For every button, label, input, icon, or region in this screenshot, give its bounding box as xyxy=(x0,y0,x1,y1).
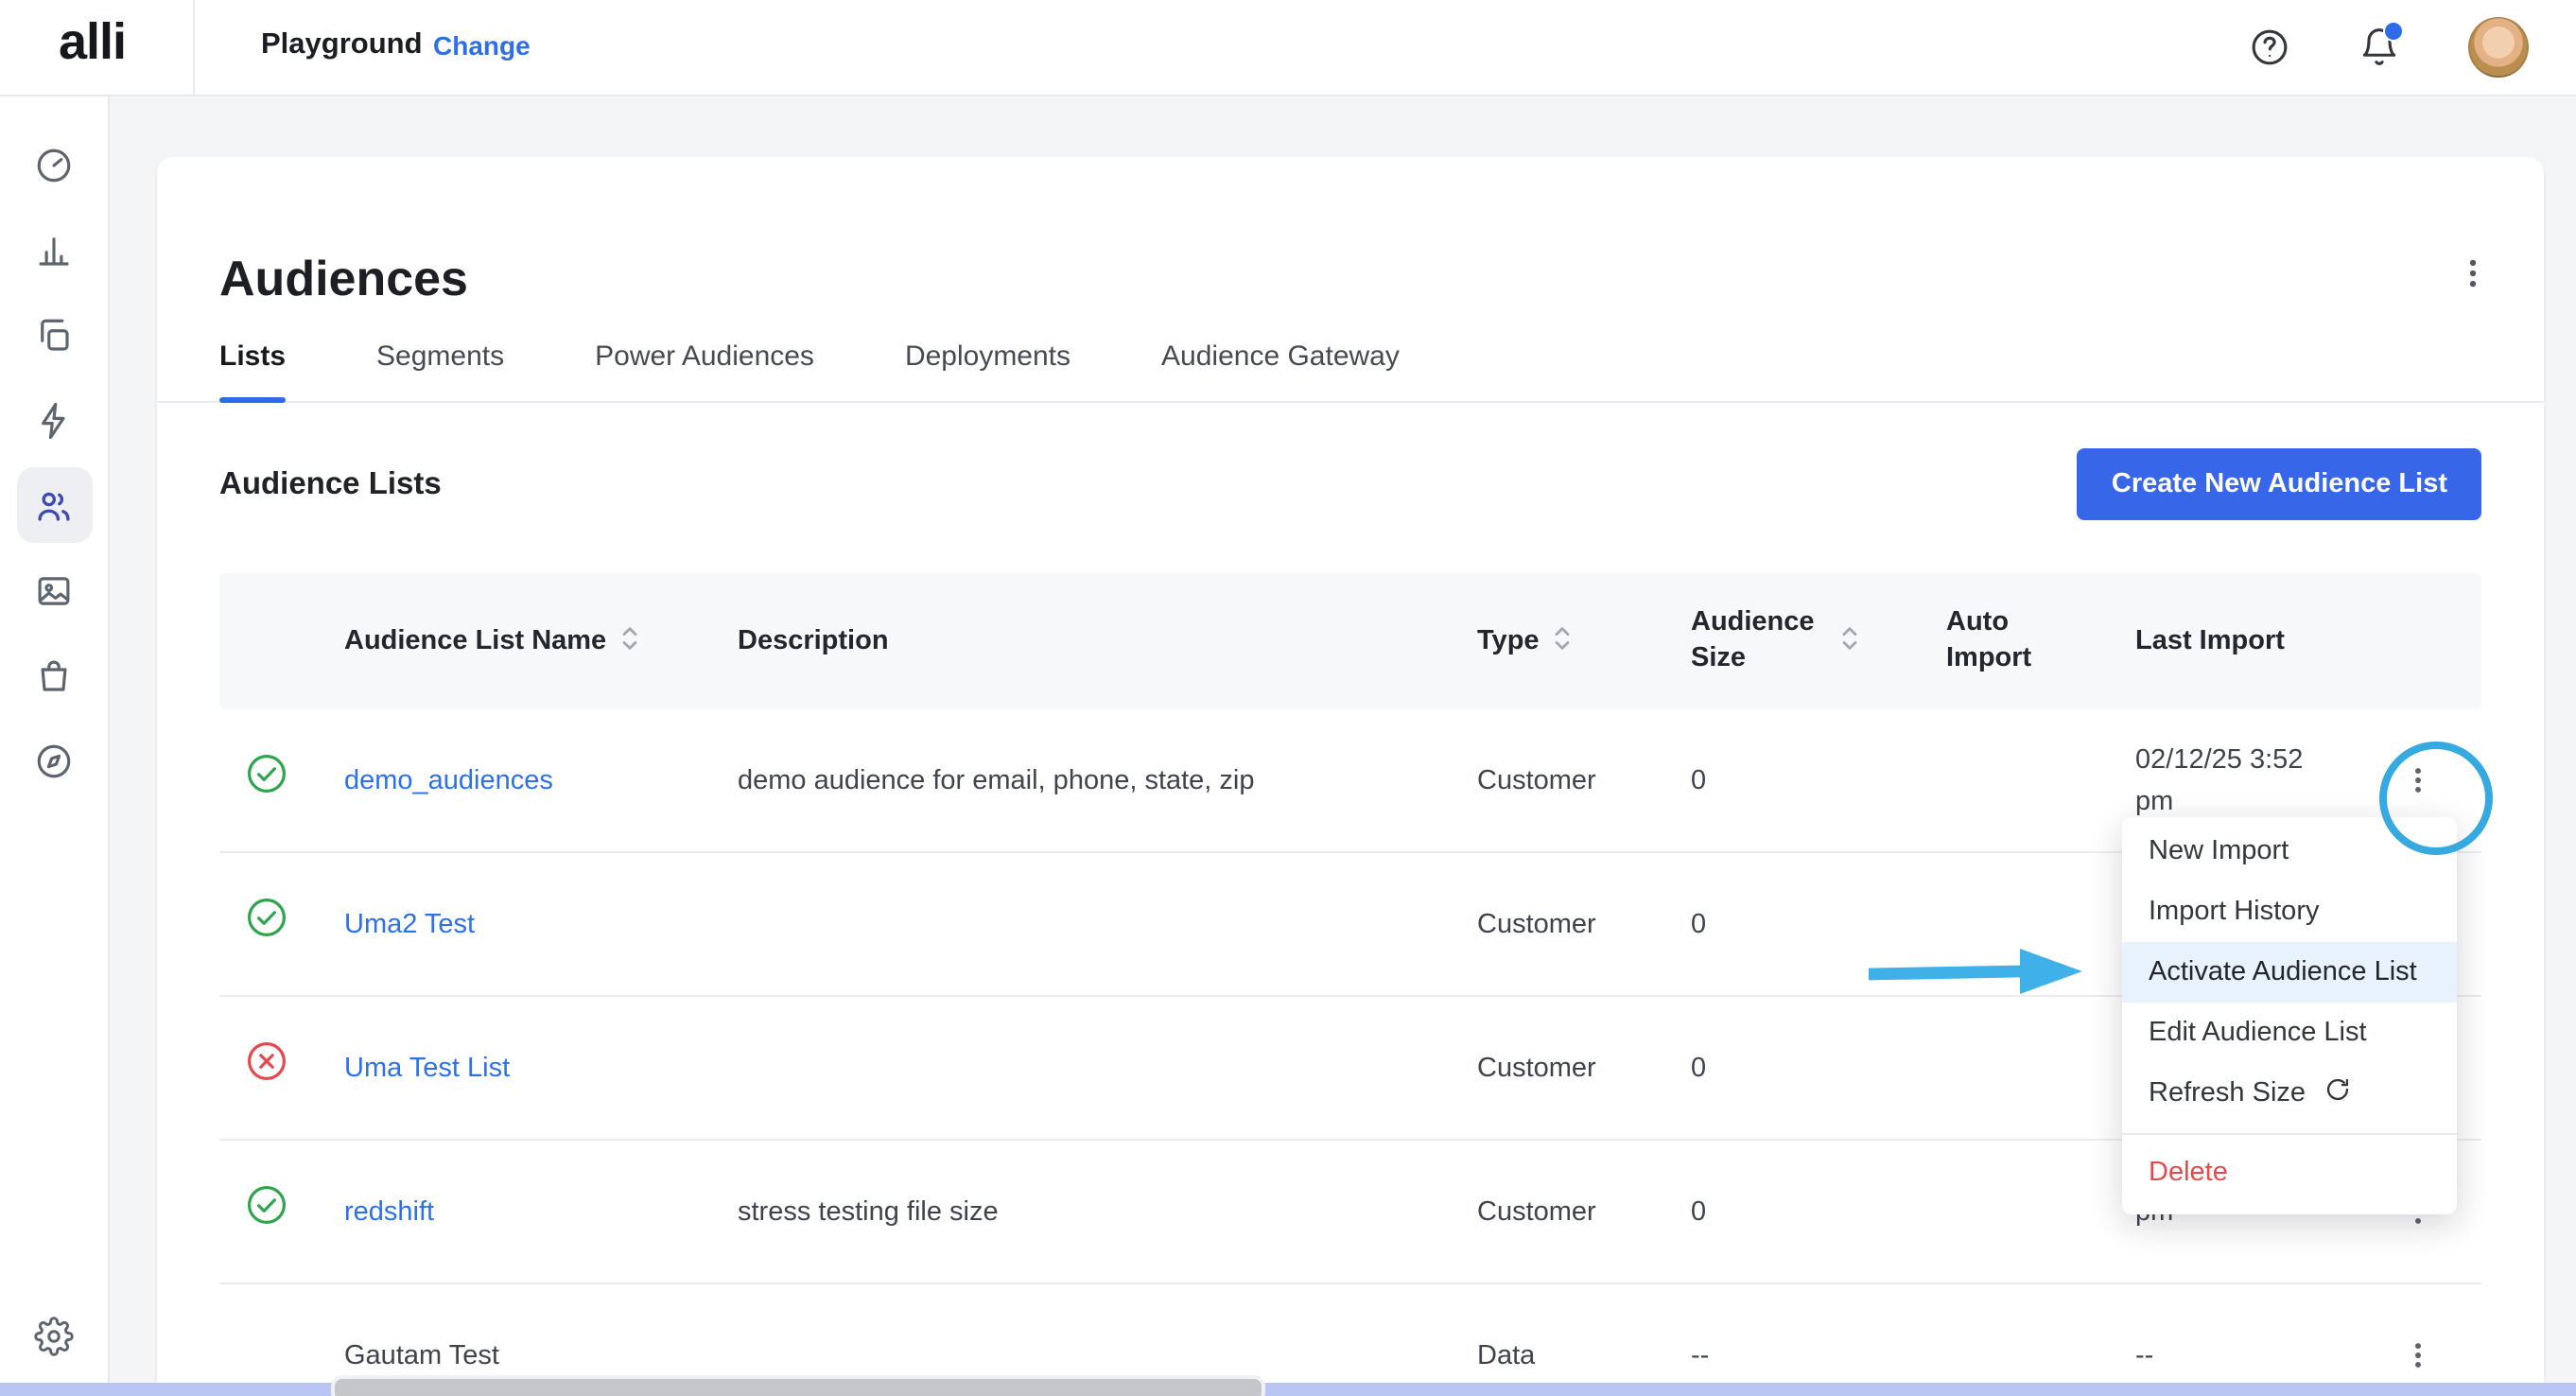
menu-divider xyxy=(2122,1133,2457,1135)
menu-item-activate-audience-list[interactable]: Activate Audience List xyxy=(2122,942,2457,1003)
description-cell: demo audience for email, phone, state, z… xyxy=(738,759,1477,801)
refresh-icon xyxy=(2324,1076,2351,1110)
table-header-row: Audience List Name Description Type xyxy=(219,573,2481,709)
help-icon[interactable] xyxy=(2249,26,2290,68)
last-import-column-header: Last Import xyxy=(2135,623,2355,659)
menu-item-new-import[interactable]: New Import xyxy=(2122,821,2457,881)
sort-icon[interactable] xyxy=(1553,623,1572,659)
notification-dot xyxy=(2383,21,2404,42)
audience-size-column-header[interactable]: Audience Size xyxy=(1691,605,1946,677)
sidebar-item-reports[interactable] xyxy=(16,297,92,373)
row-context-menu: New Import Import History Activate Audie… xyxy=(2122,817,2457,1214)
tab-segments[interactable]: Segments xyxy=(376,339,504,401)
sidebar-item-settings[interactable] xyxy=(15,1298,91,1373)
type-cell: Customer xyxy=(1477,759,1691,801)
audience-size-cell: 0 xyxy=(1691,1047,1946,1089)
change-workspace-link[interactable]: Change xyxy=(433,30,531,61)
last-import-cell: -- xyxy=(2135,1335,2355,1376)
tab-lists[interactable]: Lists xyxy=(219,339,286,401)
audience-size-cell: 0 xyxy=(1691,1191,1946,1232)
image-icon xyxy=(34,570,74,610)
actions-cell xyxy=(2355,1333,2481,1378)
sidebar-item-analytics[interactable] xyxy=(16,212,92,288)
name-cell: demo_audiences xyxy=(344,759,738,801)
status-cell xyxy=(219,1040,344,1095)
type-cell: Customer xyxy=(1477,1191,1691,1232)
tab-power-audiences[interactable]: Power Audiences xyxy=(595,339,814,401)
menu-item-refresh-size[interactable]: Refresh Size xyxy=(2122,1063,2457,1124)
page-kebab-menu-icon[interactable] xyxy=(2455,255,2491,301)
workspace-name: Playground xyxy=(261,28,423,62)
audience-list-link[interactable]: Uma2 Test xyxy=(344,909,475,939)
status-success-icon xyxy=(246,1184,287,1239)
description-column-header: Description xyxy=(738,623,1477,659)
page-title: Audiences xyxy=(219,244,2481,312)
type-cell: Customer xyxy=(1477,1047,1691,1089)
menu-item-edit-audience-list[interactable]: Edit Audience List xyxy=(2122,1003,2457,1063)
audience-size-cell: 0 xyxy=(1691,903,1946,945)
sort-icon[interactable] xyxy=(619,623,638,659)
audience-list-link[interactable]: demo_audiences xyxy=(344,765,553,795)
notifications-bell-icon[interactable] xyxy=(2358,26,2400,68)
row-kebab-menu-icon[interactable] xyxy=(2395,1333,2441,1378)
create-new-audience-list-button[interactable]: Create New Audience List xyxy=(2078,448,2481,520)
name-cell: redshift xyxy=(344,1191,738,1232)
topbar-actions xyxy=(2249,0,2529,95)
tab-bar: Lists Segments Power Audiences Deploymen… xyxy=(157,339,2544,403)
sidebar-item-audiences[interactable] xyxy=(16,467,92,543)
gauge-icon xyxy=(34,145,74,184)
topbar-divider xyxy=(193,0,195,95)
sidebar-item-discover[interactable] xyxy=(16,723,92,798)
sidebar-item-dashboard[interactable] xyxy=(16,127,92,202)
sidebar-item-creative[interactable] xyxy=(16,552,92,628)
name-cell: Uma Test List xyxy=(344,1047,738,1089)
menu-item-delete[interactable]: Delete xyxy=(2122,1143,2457,1203)
row-kebab-menu-icon[interactable] xyxy=(2395,758,2441,803)
status-success-icon xyxy=(246,753,287,808)
user-avatar[interactable] xyxy=(2468,17,2529,78)
status-cell xyxy=(219,897,344,951)
auto-import-column-header: Auto Import xyxy=(1946,605,2135,677)
audience-size-cell: 0 xyxy=(1691,759,1946,801)
sidebar-item-automation[interactable] xyxy=(16,382,92,458)
section-title: Audience Lists xyxy=(219,466,442,502)
status-cell xyxy=(219,753,344,808)
name-cell: Gautam Test xyxy=(344,1335,738,1376)
type-column-header[interactable]: Type xyxy=(1477,623,1691,659)
topbar: alli Playground Change xyxy=(0,0,2576,96)
lightning-icon xyxy=(34,400,74,440)
app-window: alli Playground Change xyxy=(0,0,2576,1396)
shopping-bag-icon xyxy=(34,655,74,695)
bar-chart-icon xyxy=(34,230,74,270)
status-cell xyxy=(219,1184,344,1239)
name-column-header[interactable]: Audience List Name xyxy=(344,623,738,659)
type-cell: Data xyxy=(1477,1335,1691,1376)
status-success-icon xyxy=(246,897,287,951)
audience-list-link[interactable]: redshift xyxy=(344,1196,434,1227)
tab-audience-gateway[interactable]: Audience Gateway xyxy=(1161,339,1400,401)
sort-icon[interactable] xyxy=(1840,623,1859,659)
status-error-icon xyxy=(246,1040,287,1095)
sidebar-item-commerce[interactable] xyxy=(16,637,92,713)
tab-deployments[interactable]: Deployments xyxy=(905,339,1070,401)
sidebar xyxy=(0,96,110,1396)
gear-icon xyxy=(33,1316,73,1355)
compass-icon xyxy=(34,741,74,780)
alli-logo[interactable]: alli xyxy=(59,13,126,72)
audience-size-cell: -- xyxy=(1691,1335,1946,1376)
description-cell: stress testing file size xyxy=(738,1191,1477,1232)
name-cell: Uma2 Test xyxy=(344,903,738,945)
people-icon xyxy=(34,485,74,525)
audience-list-link[interactable]: Uma Test List xyxy=(344,1053,510,1083)
horizontal-scrollbar-thumb[interactable] xyxy=(331,1375,1265,1396)
menu-item-import-history[interactable]: Import History xyxy=(2122,881,2457,942)
type-cell: Customer xyxy=(1477,903,1691,945)
copy-pages-icon xyxy=(34,315,74,355)
last-import-cell: 02/12/25 3:52 pm xyxy=(2135,739,2355,822)
actions-cell xyxy=(2355,758,2481,803)
